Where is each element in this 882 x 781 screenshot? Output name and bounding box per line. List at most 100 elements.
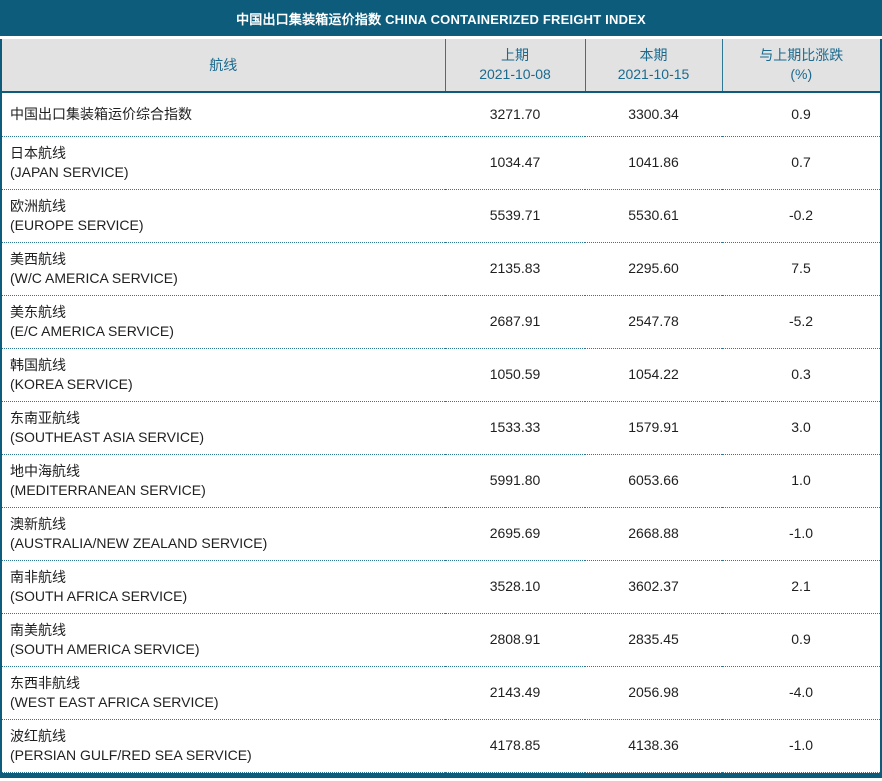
route-name-en: (JAPAN SERVICE) bbox=[10, 163, 445, 182]
route-name-cn: 日本航线 bbox=[10, 144, 445, 163]
prev-period-value: 1034.47 bbox=[445, 136, 585, 189]
route-name-cell: 东南亚航线 (SOUTHEAST ASIA SERVICE) bbox=[2, 401, 445, 454]
route-name-en: (AUSTRALIA/NEW ZEALAND SERVICE) bbox=[10, 534, 445, 553]
prev-period-value: 2143.49 bbox=[445, 666, 585, 719]
route-name-en: (SOUTH AMERICA SERVICE) bbox=[10, 640, 445, 659]
page: 中国出口集装箱运价指数 CHINA CONTAINERIZED FREIGHT … bbox=[0, 0, 882, 781]
route-name-cell: 东西非航线 (WEST EAST AFRICA SERVICE) bbox=[2, 666, 445, 719]
table-row: 澳新航线 (AUSTRALIA/NEW ZEALAND SERVICE) 269… bbox=[2, 507, 880, 560]
column-header-curr-period: 本期 2021-10-15 bbox=[585, 39, 722, 92]
prev-period-value: 1533.33 bbox=[445, 401, 585, 454]
route-name-en: (E/C AMERICA SERVICE) bbox=[10, 322, 445, 341]
route-name-cn: 韩国航线 bbox=[10, 356, 445, 375]
route-column-label: 航线 bbox=[2, 56, 445, 75]
curr-period-value: 2547.78 bbox=[585, 295, 722, 348]
curr-period-value: 2668.88 bbox=[585, 507, 722, 560]
route-name-cell: 地中海航线 (MEDITERRANEAN SERVICE) bbox=[2, 454, 445, 507]
bottom-border-bar bbox=[0, 773, 882, 778]
curr-period-value: 1054.22 bbox=[585, 348, 722, 401]
route-name-cn: 中国出口集装箱运价综合指数 bbox=[10, 105, 445, 124]
change-percent-value: 1.0 bbox=[722, 454, 880, 507]
route-name-cn: 地中海航线 bbox=[10, 462, 445, 481]
curr-period-value: 1041.86 bbox=[585, 136, 722, 189]
curr-period-date: 2021-10-15 bbox=[586, 65, 722, 84]
route-name-cn: 南非航线 bbox=[10, 568, 445, 587]
route-name-cn: 波红航线 bbox=[10, 727, 445, 746]
route-name-cell: 中国出口集装箱运价综合指数 bbox=[2, 92, 445, 136]
prev-period-value: 3528.10 bbox=[445, 560, 585, 613]
change-percent-value: 0.7 bbox=[722, 136, 880, 189]
route-name-cell: 南非航线 (SOUTH AFRICA SERVICE) bbox=[2, 560, 445, 613]
table-row: 欧洲航线 (EUROPE SERVICE) 5539.71 5530.61 -0… bbox=[2, 189, 880, 242]
curr-period-value: 3300.34 bbox=[585, 92, 722, 136]
table-body: 中国出口集装箱运价综合指数 3271.70 3300.34 0.9 日本航线 (… bbox=[2, 92, 880, 772]
title-bar: 中国出口集装箱运价指数 CHINA CONTAINERIZED FREIGHT … bbox=[0, 0, 882, 36]
route-name-en: (W/C AMERICA SERVICE) bbox=[10, 269, 445, 288]
route-name-en: (EUROPE SERVICE) bbox=[10, 216, 445, 235]
curr-period-value: 5530.61 bbox=[585, 189, 722, 242]
route-name-cn: 南美航线 bbox=[10, 621, 445, 640]
change-percent-value: -4.0 bbox=[722, 666, 880, 719]
change-percent-value: 3.0 bbox=[722, 401, 880, 454]
curr-period-value: 6053.66 bbox=[585, 454, 722, 507]
route-name-cell: 波红航线 (PERSIAN GULF/RED SEA SERVICE) bbox=[2, 719, 445, 772]
table-row: 美东航线 (E/C AMERICA SERVICE) 2687.91 2547.… bbox=[2, 295, 880, 348]
curr-period-value: 1579.91 bbox=[585, 401, 722, 454]
route-name-cn: 东西非航线 bbox=[10, 674, 445, 693]
column-header-route: 航线 bbox=[2, 39, 445, 92]
curr-period-value: 4138.36 bbox=[585, 719, 722, 772]
table-row: 波红航线 (PERSIAN GULF/RED SEA SERVICE) 4178… bbox=[2, 719, 880, 772]
route-name-cn: 美西航线 bbox=[10, 250, 445, 269]
route-name-cell: 南美航线 (SOUTH AMERICA SERVICE) bbox=[2, 613, 445, 666]
curr-period-value: 2056.98 bbox=[585, 666, 722, 719]
table-row: 美西航线 (W/C AMERICA SERVICE) 2135.83 2295.… bbox=[2, 242, 880, 295]
table-row: 日本航线 (JAPAN SERVICE) 1034.47 1041.86 0.7 bbox=[2, 136, 880, 189]
prev-period-label: 上期 bbox=[446, 46, 585, 65]
table-row: 南美航线 (SOUTH AMERICA SERVICE) 2808.91 283… bbox=[2, 613, 880, 666]
table-row: 韩国航线 (KOREA SERVICE) 1050.59 1054.22 0.3 bbox=[2, 348, 880, 401]
route-name-cell: 韩国航线 (KOREA SERVICE) bbox=[2, 348, 445, 401]
change-percent-value: -1.0 bbox=[722, 507, 880, 560]
freight-index-table-wrap: 航线 上期 2021-10-08 本期 2021-10-15 与上期比涨跌 (%… bbox=[0, 39, 882, 773]
prev-period-value: 2687.91 bbox=[445, 295, 585, 348]
change-column-unit: (%) bbox=[723, 65, 881, 84]
prev-period-value: 4178.85 bbox=[445, 719, 585, 772]
prev-period-value: 2695.69 bbox=[445, 507, 585, 560]
prev-period-value: 5991.80 bbox=[445, 454, 585, 507]
change-column-label: 与上期比涨跌 bbox=[723, 46, 881, 65]
table-row: 中国出口集装箱运价综合指数 3271.70 3300.34 0.9 bbox=[2, 92, 880, 136]
route-name-en: (SOUTH AFRICA SERVICE) bbox=[10, 587, 445, 606]
change-percent-value: 0.9 bbox=[722, 613, 880, 666]
table-row: 地中海航线 (MEDITERRANEAN SERVICE) 5991.80 60… bbox=[2, 454, 880, 507]
route-name-en: (PERSIAN GULF/RED SEA SERVICE) bbox=[10, 746, 445, 765]
change-percent-value: -1.0 bbox=[722, 719, 880, 772]
route-name-cell: 澳新航线 (AUSTRALIA/NEW ZEALAND SERVICE) bbox=[2, 507, 445, 560]
route-name-cell: 日本航线 (JAPAN SERVICE) bbox=[2, 136, 445, 189]
route-name-en: (SOUTHEAST ASIA SERVICE) bbox=[10, 428, 445, 447]
route-name-cn: 美东航线 bbox=[10, 303, 445, 322]
table-row: 东西非航线 (WEST EAST AFRICA SERVICE) 2143.49… bbox=[2, 666, 880, 719]
route-name-cn: 澳新航线 bbox=[10, 515, 445, 534]
change-percent-value: 0.3 bbox=[722, 348, 880, 401]
prev-period-value: 3271.70 bbox=[445, 92, 585, 136]
table-header-row: 航线 上期 2021-10-08 本期 2021-10-15 与上期比涨跌 (%… bbox=[2, 39, 880, 92]
change-percent-value: -5.2 bbox=[722, 295, 880, 348]
route-name-en: (MEDITERRANEAN SERVICE) bbox=[10, 481, 445, 500]
route-name-cell: 欧洲航线 (EUROPE SERVICE) bbox=[2, 189, 445, 242]
freight-index-table: 航线 上期 2021-10-08 本期 2021-10-15 与上期比涨跌 (%… bbox=[2, 39, 880, 773]
curr-period-value: 2295.60 bbox=[585, 242, 722, 295]
route-name-cn: 欧洲航线 bbox=[10, 197, 445, 216]
table-row: 南非航线 (SOUTH AFRICA SERVICE) 3528.10 3602… bbox=[2, 560, 880, 613]
change-percent-value: -0.2 bbox=[722, 189, 880, 242]
prev-period-date: 2021-10-08 bbox=[446, 65, 585, 84]
column-header-prev-period: 上期 2021-10-08 bbox=[445, 39, 585, 92]
column-header-change: 与上期比涨跌 (%) bbox=[722, 39, 880, 92]
curr-period-value: 2835.45 bbox=[585, 613, 722, 666]
table-row: 东南亚航线 (SOUTHEAST ASIA SERVICE) 1533.33 1… bbox=[2, 401, 880, 454]
change-percent-value: 7.5 bbox=[722, 242, 880, 295]
prev-period-value: 2135.83 bbox=[445, 242, 585, 295]
change-percent-value: 0.9 bbox=[722, 92, 880, 136]
route-name-cell: 美西航线 (W/C AMERICA SERVICE) bbox=[2, 242, 445, 295]
route-name-en: (KOREA SERVICE) bbox=[10, 375, 445, 394]
page-title: 中国出口集装箱运价指数 CHINA CONTAINERIZED FREIGHT … bbox=[236, 9, 646, 28]
